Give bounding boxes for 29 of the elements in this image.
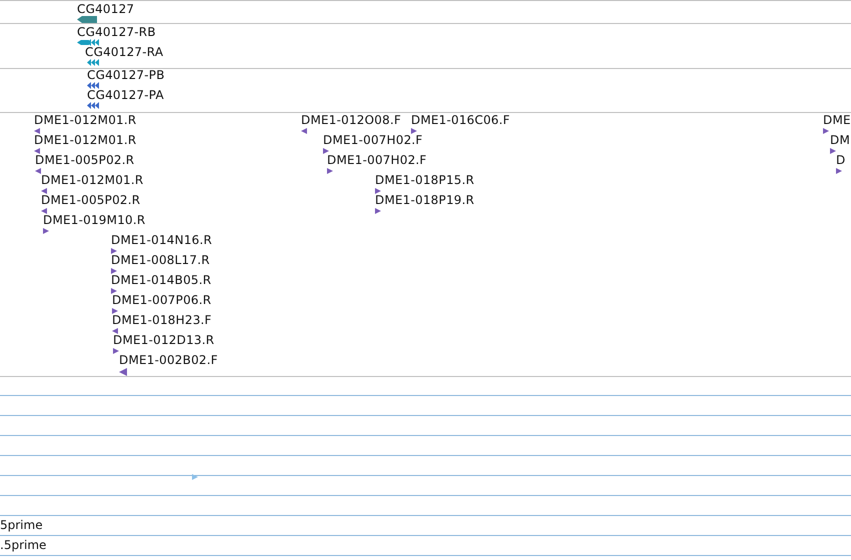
feature-label: DME1-012M01.R [41, 174, 144, 186]
feature-label: DME1-005P02.R [35, 154, 134, 166]
feature-label: DME1-018P19.R [375, 194, 474, 206]
feature-label: DM [830, 134, 850, 146]
feature-label: D [836, 154, 846, 166]
feature-label: DME1-007H02.F [323, 134, 423, 146]
feature-label: CG40127-PA [87, 89, 164, 101]
feature-label: DME1-012O08.F [301, 114, 402, 126]
feature-label: DME1-007P06.R [112, 294, 212, 306]
feature-label: CG40127-RA [85, 46, 164, 58]
feature-label: DME1-012D13.R [113, 334, 214, 346]
feature-label: DME1-002B02.F [119, 354, 218, 366]
feature-label: DME1-019M10.R [43, 214, 146, 226]
feature-label: DME [823, 114, 851, 126]
feature-label: DME1-018P15.R [375, 174, 474, 186]
feature-label: DME1-016C06.F [411, 114, 510, 126]
feature-label: DME1-014B05.R [111, 274, 212, 286]
feature-label: DME1-005P02.R [41, 194, 140, 206]
feature-label: DME1-018H23.F [112, 314, 212, 326]
feature-label: CG40127 [77, 3, 134, 15]
feature-label: DME1-012M01.R [34, 114, 136, 126]
track-label: .5prime [0, 537, 48, 552]
feature-label: DME1-007H02.F [327, 154, 427, 166]
track-label: 5prime [0, 517, 44, 532]
feature-label: DME1-008L17.R [111, 254, 210, 266]
feature-label: CG40127-PB [87, 69, 165, 81]
feature-label: DME1-014N16.R [111, 234, 212, 246]
feature-label: CG40127-RB [77, 26, 156, 38]
feature-label: DME1-012M01.R [34, 134, 136, 146]
